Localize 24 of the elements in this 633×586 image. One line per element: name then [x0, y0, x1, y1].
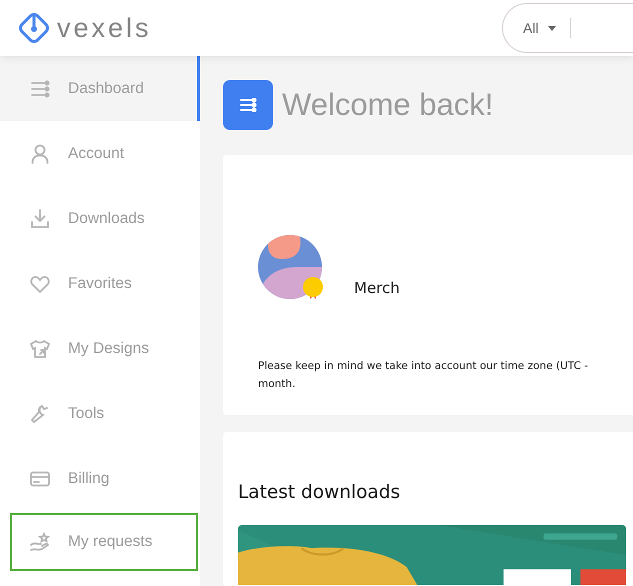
- logo-text: vexels: [57, 12, 152, 44]
- sidebar-item[interactable]: Billing: [0, 446, 200, 511]
- sidebar-item[interactable]: Account: [0, 121, 200, 186]
- sidebar-item[interactable]: Downloads: [0, 186, 200, 251]
- time-zone-note: Please keep in mind we take into account our time zone (UTC - month.: [258, 359, 590, 392]
- search-bar[interactable]: All: [502, 3, 633, 53]
- dashboard-badge-icon: [223, 80, 273, 130]
- sidebar-item[interactable]: My requests: [8, 511, 200, 573]
- logo-icon: [17, 11, 51, 45]
- hand-star-icon: [29, 531, 51, 553]
- download-icon: [29, 208, 51, 230]
- wrench-icon: [29, 402, 51, 424]
- shirt-icon: [29, 338, 51, 360]
- plan-name: Merch: [354, 279, 400, 299]
- caret-icon: [548, 26, 556, 30]
- sidebar-item[interactable]: Favorites: [0, 251, 200, 316]
- section-title: Latest downloads: [238, 482, 402, 503]
- sidebar-item[interactable]: Dashboard: [0, 56, 200, 121]
- page-title: Welcome back!: [282, 87, 494, 123]
- sliders-icon: [29, 78, 51, 100]
- user-icon: [29, 142, 51, 164]
- category-dropdown[interactable]: All: [503, 20, 556, 36]
- sidebar-item[interactable]: Tools: [0, 381, 200, 446]
- sidebar-item[interactable]: My Designs: [0, 316, 200, 381]
